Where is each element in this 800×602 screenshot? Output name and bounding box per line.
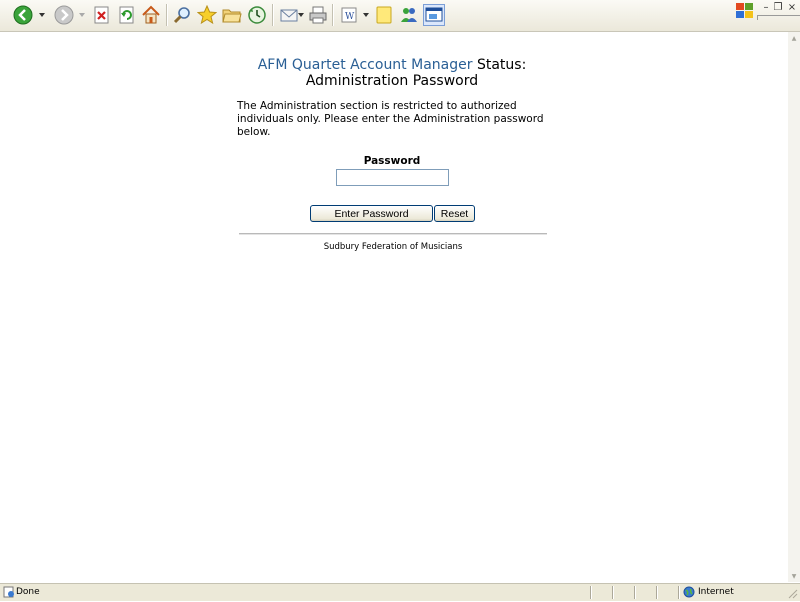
folder-icon[interactable] — [221, 4, 243, 26]
toolbar-separator — [272, 4, 274, 26]
note-icon[interactable] — [373, 4, 395, 26]
scroll-down-icon[interactable]: ▼ — [789, 571, 799, 581]
back-dropdown-icon[interactable] — [38, 10, 46, 20]
forward-icon[interactable] — [53, 4, 75, 26]
toolbar-separator — [166, 4, 168, 26]
home-icon[interactable] — [140, 4, 162, 26]
browser-toolbar: W – ❐ × — [0, 0, 800, 32]
divider — [239, 233, 547, 235]
mail-dropdown-icon[interactable] — [297, 10, 305, 20]
status-divider — [678, 586, 680, 599]
windows-logo-icon — [735, 2, 755, 20]
app-brand: AFM Quartet Account Manager — [257, 57, 473, 73]
title-status: Status: — [476, 57, 527, 73]
reset-button[interactable]: Reset — [434, 205, 475, 222]
title-subtitle: Administration Password — [305, 73, 479, 89]
page-title: AFM Quartet Account Manager Status: Admi… — [192, 57, 592, 89]
research-icon[interactable] — [423, 4, 445, 26]
restore-icon[interactable]: ❐ — [772, 1, 784, 13]
status-divider — [656, 586, 658, 599]
password-label: Password — [363, 155, 421, 167]
back-icon[interactable] — [12, 4, 34, 26]
status-divider — [634, 586, 636, 599]
status-divider — [612, 586, 614, 599]
toolbar-separator — [332, 4, 334, 26]
search-icon[interactable] — [171, 4, 193, 26]
resize-grip-icon[interactable] — [786, 587, 798, 599]
edit-icon[interactable]: W — [338, 4, 360, 26]
toolbar-edge-tick — [757, 15, 758, 20]
password-input[interactable] — [336, 169, 449, 186]
svg-text:W: W — [345, 12, 355, 22]
minimize-icon[interactable]: – — [760, 1, 772, 13]
forward-dropdown-icon[interactable] — [78, 10, 86, 20]
status-text: Done — [16, 587, 40, 597]
vertical-scrollbar[interactable]: ▲ ▼ — [788, 32, 800, 582]
messenger-icon[interactable] — [398, 4, 420, 26]
scroll-up-icon[interactable]: ▲ — [789, 33, 799, 43]
enter-password-button[interactable]: Enter Password — [310, 205, 433, 222]
refresh-icon[interactable] — [116, 4, 138, 26]
history-icon[interactable] — [246, 4, 268, 26]
favorites-icon[interactable] — [196, 4, 218, 26]
close-icon[interactable]: × — [786, 1, 798, 13]
toolbar-edge-line — [757, 15, 800, 16]
stop-icon[interactable] — [91, 4, 113, 26]
restriction-notice: The Administration section is restricted… — [237, 100, 544, 138]
security-zone-text: Internet — [698, 587, 734, 597]
page-done-icon — [3, 586, 15, 598]
status-divider — [590, 586, 592, 599]
status-bar: Done Internet — [0, 583, 800, 601]
edit-dropdown-icon[interactable] — [362, 10, 370, 20]
print-icon[interactable] — [307, 4, 329, 26]
footer-text: Sudbury Federation of Musicians — [323, 242, 463, 252]
page-content: AFM Quartet Account Manager Status: Admi… — [0, 32, 788, 582]
internet-globe-icon — [683, 586, 695, 598]
